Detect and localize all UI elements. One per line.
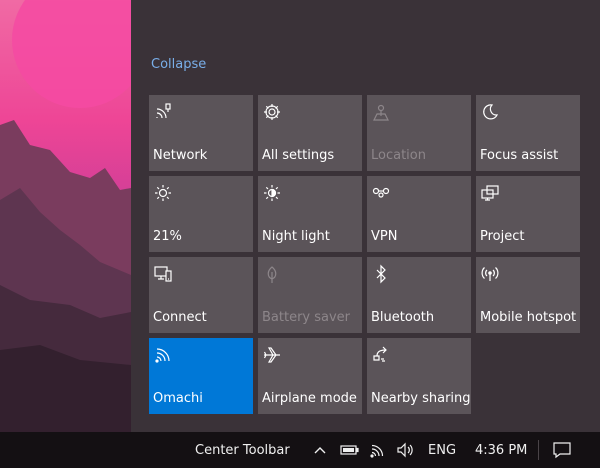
airplane-mode-label: Airplane mode bbox=[262, 391, 357, 406]
bluetooth-tile[interactable]: Bluetooth bbox=[367, 257, 471, 333]
network-icon bbox=[153, 102, 173, 122]
vpn-label: VPN bbox=[371, 229, 398, 244]
network-tile[interactable]: Network bbox=[149, 95, 253, 171]
airplane-mode-tile[interactable]: Airplane mode bbox=[258, 338, 362, 414]
wifi-icon[interactable] bbox=[369, 432, 387, 468]
all-settings-label: All settings bbox=[262, 148, 335, 163]
collapse-link[interactable]: Collapse bbox=[151, 57, 206, 72]
night-light-tile[interactable]: Night light bbox=[258, 176, 362, 252]
location-icon bbox=[371, 102, 391, 122]
vpn-icon bbox=[371, 183, 391, 203]
mobile-hotspot-tile[interactable]: Mobile hotspot bbox=[476, 257, 580, 333]
project-label: Project bbox=[480, 229, 525, 244]
bluetooth-icon bbox=[371, 264, 391, 284]
airplane-icon bbox=[262, 345, 282, 365]
wifi-label: Omachi bbox=[153, 391, 203, 406]
clock[interactable]: 4:36 PM bbox=[475, 432, 527, 468]
location-label: Location bbox=[371, 148, 426, 163]
quick-actions-grid: Network All settings Location Focus assi… bbox=[149, 95, 580, 414]
focus-assist-tile[interactable]: Focus assist bbox=[476, 95, 580, 171]
bluetooth-label: Bluetooth bbox=[371, 310, 435, 325]
notification-icon[interactable] bbox=[552, 432, 572, 468]
gear-icon bbox=[262, 102, 282, 122]
all-settings-tile[interactable]: All settings bbox=[258, 95, 362, 171]
mobile-hotspot-label: Mobile hotspot bbox=[480, 310, 577, 325]
action-center-panel: Collapse Network All settings Location F… bbox=[131, 0, 600, 432]
focus-assist-label: Focus assist bbox=[480, 148, 559, 163]
connect-tile[interactable]: Connect bbox=[149, 257, 253, 333]
battery-icon[interactable] bbox=[339, 432, 359, 468]
moon-icon bbox=[480, 102, 500, 122]
taskbar: Center Toolbar ENG 4:36 PM bbox=[0, 432, 600, 468]
taskbar-divider bbox=[538, 440, 539, 460]
brightness-icon bbox=[153, 183, 173, 203]
battery-saver-tile[interactable]: Battery saver bbox=[258, 257, 362, 333]
night-light-label: Night light bbox=[262, 229, 330, 244]
battery-saver-label: Battery saver bbox=[262, 310, 351, 325]
center-toolbar-label[interactable]: Center Toolbar bbox=[195, 432, 290, 468]
night-light-icon bbox=[262, 183, 282, 203]
location-tile[interactable]: Location bbox=[367, 95, 471, 171]
language-indicator[interactable]: ENG bbox=[428, 432, 456, 468]
nearby-sharing-icon bbox=[371, 345, 391, 365]
battery-saver-icon bbox=[262, 264, 282, 284]
project-icon bbox=[480, 183, 500, 203]
volume-icon[interactable] bbox=[396, 432, 414, 468]
network-label: Network bbox=[153, 148, 208, 163]
desktop-wallpaper bbox=[0, 0, 131, 432]
wifi-tile[interactable]: Omachi bbox=[149, 338, 253, 414]
mobile-hotspot-icon bbox=[480, 264, 500, 284]
brightness-label: 21% bbox=[153, 229, 182, 244]
chevron-up-icon[interactable] bbox=[313, 432, 327, 468]
brightness-tile[interactable]: 21% bbox=[149, 176, 253, 252]
project-tile[interactable]: Project bbox=[476, 176, 580, 252]
wifi-icon bbox=[153, 345, 173, 365]
connect-label: Connect bbox=[153, 310, 207, 325]
nearby-sharing-tile[interactable]: Nearby sharing bbox=[367, 338, 471, 414]
connect-icon bbox=[153, 264, 173, 284]
vpn-tile[interactable]: VPN bbox=[367, 176, 471, 252]
nearby-sharing-label: Nearby sharing bbox=[371, 391, 471, 406]
